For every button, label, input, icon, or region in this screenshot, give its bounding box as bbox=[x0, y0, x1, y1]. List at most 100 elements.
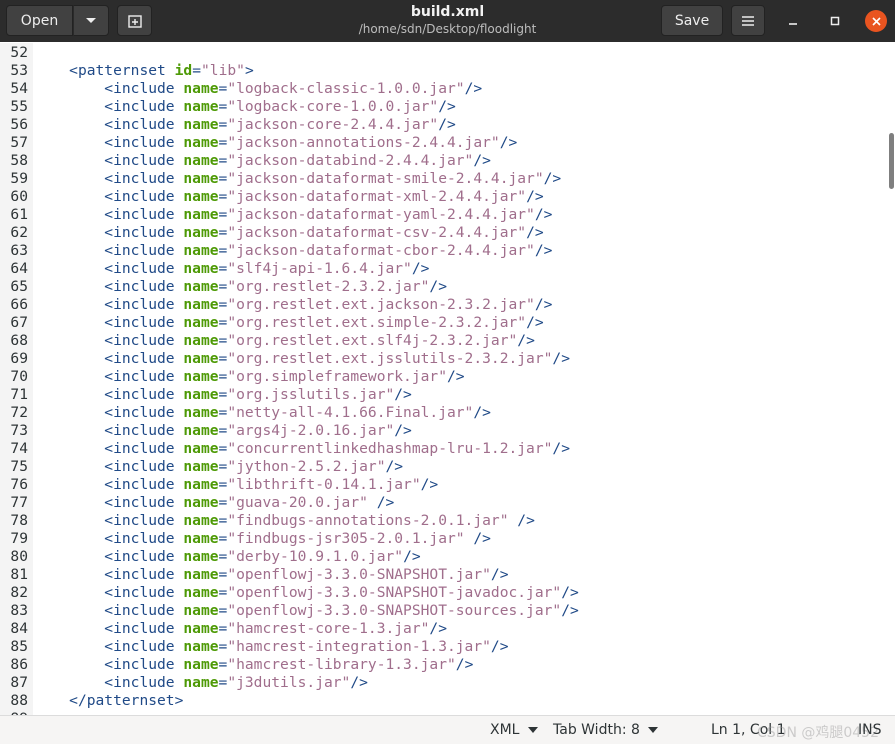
code-text: <include name="netty-all-4.1.66.Final.ja… bbox=[34, 404, 491, 422]
code-text: <include name="findbugs-annotations-2.0.… bbox=[34, 512, 535, 530]
minimize-button[interactable] bbox=[781, 9, 805, 33]
include-tag: <include bbox=[104, 584, 184, 601]
attribute-name: name bbox=[183, 494, 219, 511]
tag-close: /> bbox=[429, 620, 447, 637]
include-tag: <include bbox=[104, 530, 184, 547]
equals-sign: = bbox=[218, 296, 228, 313]
open-menu-button[interactable] bbox=[73, 5, 109, 36]
include-tag: <include bbox=[104, 188, 184, 205]
attribute-value: "findbugs-jsr305-2.0.1.jar" bbox=[227, 530, 465, 547]
attribute-name: name bbox=[183, 80, 219, 97]
attribute-value: "org.restlet.ext.slf4j-2.3.2.jar" bbox=[227, 332, 518, 349]
line-number: 72 bbox=[10, 404, 28, 421]
line-number: 64 bbox=[10, 260, 28, 277]
attribute-name: name bbox=[183, 260, 219, 277]
line-number: 63 bbox=[10, 242, 28, 259]
line-number: 84 bbox=[10, 620, 28, 637]
equals-sign: = bbox=[218, 638, 228, 655]
equals-sign: = bbox=[218, 458, 228, 475]
include-tag: <include bbox=[104, 134, 184, 151]
attribute-value: "org.jsslutils.jar" bbox=[227, 386, 395, 403]
code-line: 70 <include name="org.simpleframework.ja… bbox=[0, 368, 880, 386]
tag-close: /> bbox=[411, 260, 430, 277]
code-line: 73 <include name="args4j-2.0.16.jar"/> bbox=[0, 422, 880, 440]
attribute-name: name bbox=[183, 422, 219, 439]
include-tag: <include bbox=[104, 476, 184, 493]
tag-close: /> bbox=[526, 188, 544, 205]
code-text: <include name="jackson-dataformat-yaml-2… bbox=[34, 206, 552, 224]
new-tab-icon bbox=[127, 14, 142, 28]
language-selector[interactable]: XML bbox=[490, 722, 538, 738]
attribute-value: "lib" bbox=[201, 62, 245, 79]
code-line: 64 <include name="slf4j-api-1.6.4.jar"/> bbox=[0, 260, 880, 278]
code-text: <include name="jackson-dataformat-csv-2.… bbox=[34, 224, 543, 242]
attribute-name: name bbox=[183, 332, 219, 349]
code-text: <include name="org.simpleframework.jar"/… bbox=[34, 368, 464, 386]
code-text: <include name="org.restlet.ext.jsslutils… bbox=[34, 350, 570, 368]
equals-sign: = bbox=[218, 134, 228, 151]
code-line: 58 <include name="jackson-databind-2.4.4… bbox=[0, 152, 880, 170]
hamburger-menu-button[interactable] bbox=[731, 5, 765, 36]
tag-close: /> bbox=[464, 530, 491, 547]
code-line: 66 <include name="org.restlet.ext.jackso… bbox=[0, 296, 880, 314]
include-tag: <include bbox=[104, 656, 184, 673]
include-tag: <include bbox=[104, 674, 184, 691]
line-number: 66 bbox=[10, 296, 28, 313]
code-text: <include name="jython-2.5.2.jar"/> bbox=[34, 458, 403, 476]
equals-sign: = bbox=[192, 62, 201, 79]
attribute-value: "derby-10.9.1.0.jar" bbox=[227, 548, 404, 565]
maximize-button[interactable] bbox=[823, 9, 847, 33]
line-number: 69 bbox=[10, 350, 28, 367]
close-button[interactable] bbox=[865, 10, 887, 32]
tag-bracket: </ bbox=[69, 692, 87, 709]
save-button[interactable]: Save bbox=[661, 5, 723, 36]
line-number: 56 bbox=[10, 116, 28, 133]
attribute-value: "netty-all-4.1.66.Final.jar" bbox=[227, 404, 474, 421]
scrollbar-thumb[interactable] bbox=[889, 133, 894, 189]
attribute-value: "hamcrest-library-1.3.jar" bbox=[227, 656, 456, 673]
line-number: 52 bbox=[10, 44, 28, 61]
attribute-value: "guava-20.0.jar" bbox=[227, 494, 368, 511]
code-line: 55 <include name="logback-core-1.0.0.jar… bbox=[0, 98, 880, 116]
tag-close: /> bbox=[473, 152, 491, 169]
code-text: <patternset id="lib"> bbox=[34, 62, 254, 80]
attribute-value: "org.simpleframework.jar" bbox=[227, 368, 447, 385]
tag-close: /> bbox=[517, 332, 535, 349]
tag-close: /> bbox=[438, 116, 456, 133]
close-icon bbox=[871, 16, 881, 26]
line-number: 87 bbox=[10, 674, 28, 691]
tag-close: /> bbox=[367, 494, 395, 511]
code-line: 63 <include name="jackson-dataformat-cbo… bbox=[0, 242, 880, 260]
attribute-value: "findbugs-annotations-2.0.1.jar" bbox=[227, 512, 509, 529]
line-number: 85 bbox=[10, 638, 28, 655]
attribute-name: name bbox=[183, 98, 219, 115]
attribute-value: "logback-classic-1.0.0.jar" bbox=[227, 80, 465, 97]
code-line: 79 <include name="findbugs-jsr305-2.0.1.… bbox=[0, 530, 880, 548]
code-text: <include name="findbugs-jsr305-2.0.1.jar… bbox=[34, 530, 491, 548]
code-line: 83 <include name="openflowj-3.3.0-SNAPSH… bbox=[0, 602, 880, 620]
new-tab-button[interactable] bbox=[117, 5, 152, 36]
code-editor[interactable]: 52 53 <patternset id="lib"> 54 <include na… bbox=[0, 43, 888, 715]
open-button[interactable]: Open bbox=[6, 5, 73, 36]
equals-sign: = bbox=[218, 260, 228, 277]
attribute-name: name bbox=[183, 548, 219, 565]
code-line: 86 <include name="hamcrest-library-1.3.j… bbox=[0, 656, 880, 674]
code-line: 88 </patternset> bbox=[0, 692, 880, 710]
tab-width-selector[interactable]: Tab Width: 8 bbox=[553, 722, 659, 738]
vertical-scrollbar[interactable] bbox=[888, 43, 895, 715]
attribute-value: "hamcrest-core-1.3.jar" bbox=[227, 620, 430, 637]
hamburger-menu-icon bbox=[742, 15, 754, 26]
line-number: 59 bbox=[10, 170, 28, 187]
line-number: 54 bbox=[10, 80, 28, 97]
